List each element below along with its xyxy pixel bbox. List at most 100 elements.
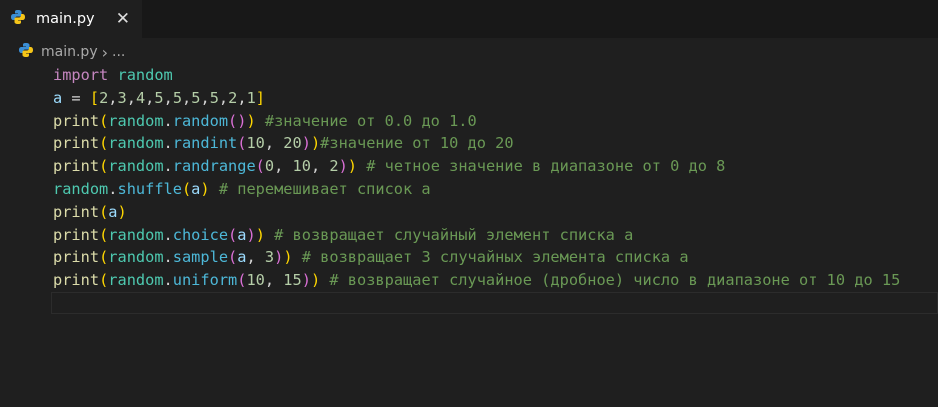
code-line[interactable]: random.shuffle(a) # перемешивает список … xyxy=(0,178,938,201)
code-token: ( xyxy=(228,248,238,267)
code-token: ) xyxy=(274,248,284,267)
code-token: ) xyxy=(246,111,256,130)
code-token: , xyxy=(246,248,265,267)
code-token: ( xyxy=(255,157,265,176)
code-token: ) xyxy=(338,157,348,176)
code-token: 3 xyxy=(264,248,275,267)
code-token: ( xyxy=(99,202,109,221)
code-token: . xyxy=(163,225,173,244)
code-token: ] xyxy=(255,88,266,107)
code-token: print xyxy=(53,134,100,153)
code-token: print xyxy=(53,271,100,290)
close-icon[interactable]: ✕ xyxy=(116,9,130,29)
code-token: , xyxy=(310,157,330,176)
tab-main-py[interactable]: main.py ✕ xyxy=(0,0,142,38)
code-token: 2 xyxy=(99,88,109,107)
code-token: 4 xyxy=(135,88,146,107)
code-token: random xyxy=(108,271,164,290)
code-token: 15 xyxy=(283,271,302,290)
code-token: 5 xyxy=(154,88,164,107)
code-token: print xyxy=(53,225,100,244)
code-line[interactable]: a = [2,3,4,5,5,5,5,2,1] xyxy=(0,87,938,110)
code-token: , xyxy=(145,88,155,107)
code-token: 1 xyxy=(246,88,256,107)
breadcrumb-more[interactable]: ... xyxy=(112,44,125,60)
code-token: ) xyxy=(200,179,210,198)
code-token: random xyxy=(108,111,164,130)
code-token: ( xyxy=(99,225,109,244)
code-token: , xyxy=(163,88,173,107)
code-token: , xyxy=(126,88,136,107)
tab-title: main.py xyxy=(36,11,95,27)
code-token: , xyxy=(108,88,118,107)
code-token: # четное значение в диапазоне от 0 до 8 xyxy=(357,157,726,176)
code-line[interactable]: print(random.choice(a)) # возвращает слу… xyxy=(0,224,938,247)
code-token: ( xyxy=(99,271,109,290)
code-line[interactable]: print(a) xyxy=(0,201,938,224)
code-token: 5 xyxy=(172,88,183,107)
code-token: ( xyxy=(99,111,109,130)
code-token: shuffle xyxy=(117,179,182,198)
code-token: # возвращает случайное (дробное) число в… xyxy=(320,271,901,290)
code-token: . xyxy=(163,271,173,290)
code-token: [ xyxy=(89,88,100,107)
code-token: ) xyxy=(301,271,311,290)
code-line[interactable]: print(random.sample(a, 3)) # возвращает … xyxy=(0,246,938,269)
code-token: random xyxy=(108,157,164,176)
code-token: randrange xyxy=(172,157,256,176)
code-token: random xyxy=(108,134,164,153)
code-token: #значение от 10 до 20 xyxy=(320,134,514,153)
code-token: , xyxy=(237,88,247,107)
code-token: , xyxy=(182,88,192,107)
code-token: print xyxy=(53,111,100,130)
code-token: ) xyxy=(310,134,321,153)
code-line[interactable]: print(random.uniform(10, 15)) # возвраща… xyxy=(0,269,938,292)
code-token: . xyxy=(163,248,173,267)
code-token: # возвращает случайный элемент списка a xyxy=(264,225,634,244)
code-token: import xyxy=(53,66,109,84)
code-editor[interactable]: import random a = [2,3,4,5,5,5,5,2,1] prin… xyxy=(0,64,938,314)
code-token: random xyxy=(172,111,229,130)
code-token: 3 xyxy=(117,88,127,107)
code-token: randint xyxy=(172,134,238,153)
code-token: ( xyxy=(99,248,109,267)
code-token: ) xyxy=(310,271,321,290)
code-token: ) xyxy=(301,134,311,153)
code-line[interactable]: print(random.random()) #значение от 0.0 … xyxy=(0,110,938,133)
code-token: , xyxy=(264,271,284,290)
code-token: ) xyxy=(347,157,358,176)
code-line[interactable]: print(random.randint(10, 20))#значение о… xyxy=(0,132,938,155)
code-token: . xyxy=(163,134,173,153)
code-token: . xyxy=(163,111,173,130)
code-token: ( xyxy=(99,157,109,176)
code-line[interactable]: import random xyxy=(0,64,938,87)
code-token: ( xyxy=(181,179,192,198)
breadcrumb-file[interactable]: main.py xyxy=(41,44,98,60)
code-token: 2 xyxy=(228,88,238,107)
code-token: # возвращает 3 случайных элемента списка… xyxy=(292,248,689,267)
code-token: a xyxy=(191,179,201,198)
code-token: 10 xyxy=(246,134,265,153)
code-token: sample xyxy=(172,248,229,267)
code-token: ) xyxy=(117,202,127,221)
code-token: 10 xyxy=(292,157,311,176)
code-token: 20 xyxy=(283,134,302,153)
code-token: print xyxy=(53,157,100,176)
breadcrumb: main.py › ... xyxy=(0,38,938,66)
code-token: random xyxy=(108,225,164,244)
code-token: uniform xyxy=(172,271,238,290)
code-token: 5 xyxy=(209,88,219,107)
code-token: , xyxy=(264,134,284,153)
code-token: random xyxy=(53,179,109,198)
code-token: , xyxy=(218,88,229,107)
code-line[interactable]: print(random.randrange(0, 10, 2)) # четн… xyxy=(0,155,938,178)
code-token: () xyxy=(228,111,247,130)
code-token: ( xyxy=(99,134,109,153)
code-token: 2 xyxy=(329,157,339,176)
code-token: a xyxy=(108,202,118,221)
current-line[interactable] xyxy=(51,291,938,314)
code-token: 0 xyxy=(264,157,275,176)
code-token: 10 xyxy=(246,271,265,290)
python-icon xyxy=(18,42,34,62)
code-token: # перемешивает список a xyxy=(209,179,431,198)
